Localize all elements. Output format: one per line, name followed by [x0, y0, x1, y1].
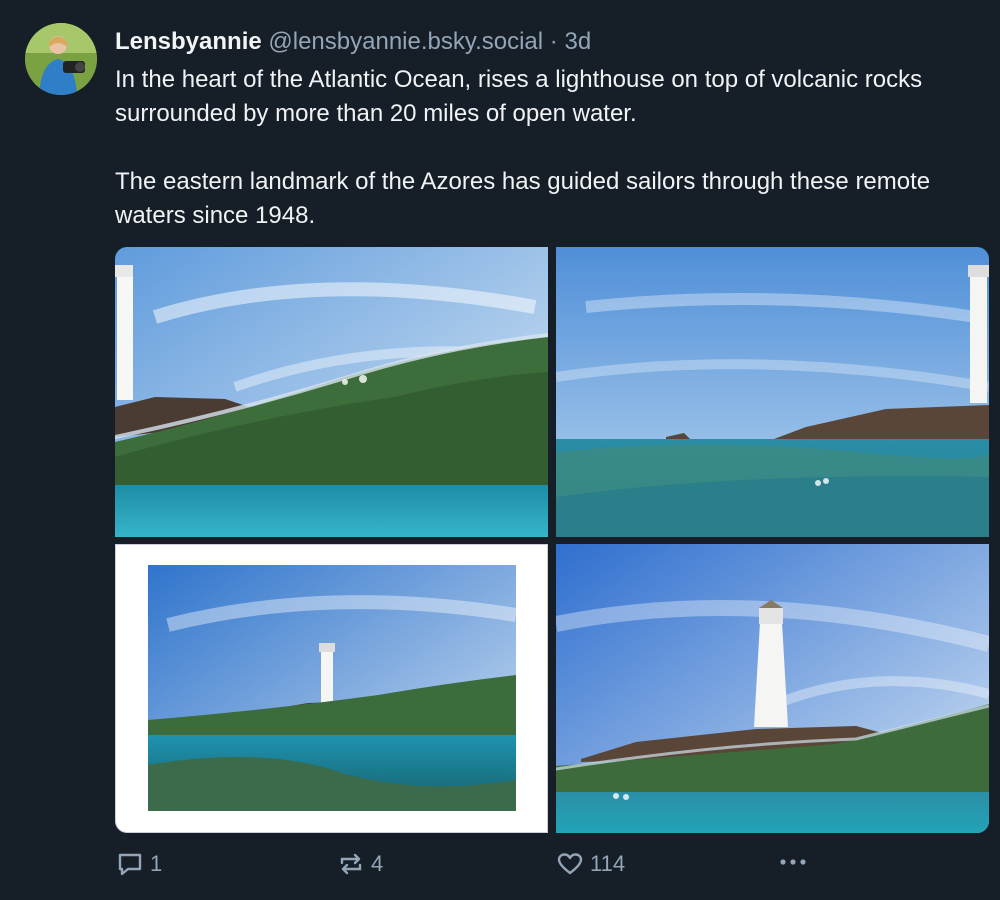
heart-icon: [557, 853, 583, 875]
framed-photo-area: [148, 565, 516, 811]
avatar[interactable]: [25, 23, 97, 95]
post-paragraph-2: The eastern landmark of the Azores has g…: [115, 168, 931, 229]
speech-bubble-icon: [118, 853, 142, 876]
repost-count: 4: [371, 851, 384, 876]
like-count: 114: [590, 851, 626, 876]
post-timestamp[interactable]: 3d: [564, 28, 591, 55]
repost-arrows-icon: [340, 853, 362, 875]
repost-button[interactable]: 4: [337, 850, 383, 878]
photo-1[interactable]: [115, 247, 548, 537]
more-options-button[interactable]: [778, 852, 808, 872]
post-text: In the heart of the Atlantic Ocean, rise…: [115, 63, 985, 233]
image-grid: [115, 247, 989, 833]
lighthouse-split-view-photo: [556, 247, 989, 537]
photo-3[interactable]: [115, 544, 548, 833]
lighthouse-split-view-photo: [556, 544, 989, 833]
framed-lighthouse-photo: [148, 565, 516, 811]
photo-4[interactable]: [556, 544, 989, 833]
author-name[interactable]: Lensbyannie: [115, 28, 262, 55]
reply-button[interactable]: 1: [116, 850, 162, 878]
ellipsis-icon: [780, 859, 806, 865]
header-separator: ·: [549, 28, 558, 55]
post-paragraph-1: In the heart of the Atlantic Ocean, rise…: [115, 66, 923, 127]
avatar-photo: [25, 23, 97, 95]
photo-2[interactable]: [556, 247, 989, 537]
post-header: Lensbyannie @lensbyannie.bsky.social · 3…: [115, 27, 591, 57]
post-actions: 1 4 114: [0, 848, 1000, 884]
author-handle[interactable]: @lensbyannie.bsky.social: [268, 28, 543, 55]
like-button[interactable]: 114: [556, 850, 625, 878]
lighthouse-split-view-photo: [115, 247, 548, 537]
reply-count: 1: [150, 851, 163, 876]
